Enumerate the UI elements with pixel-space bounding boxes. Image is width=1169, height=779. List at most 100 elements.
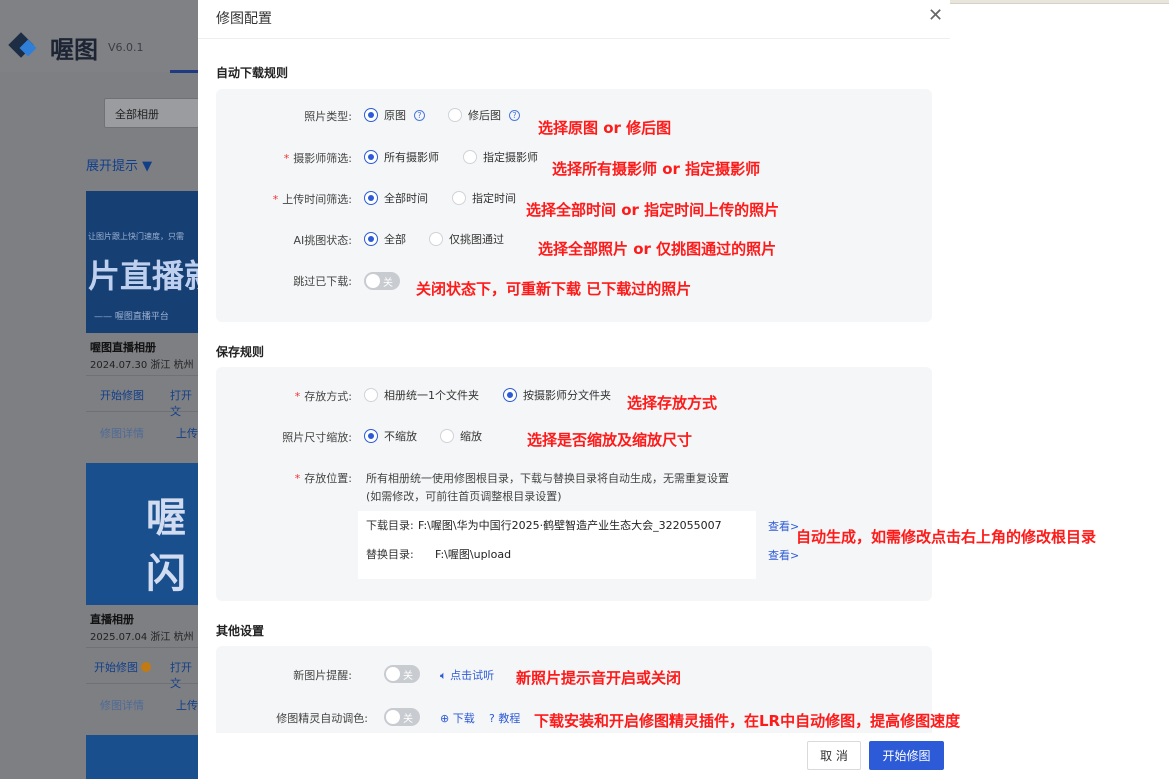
- background-app: 喔图 V6.0.1 全部相册 展开提示 ▼ 让图片跟上快门速度，只需 片直播就 …: [0, 0, 200, 779]
- location-desc: 所有相册统一使用修图根目录，下载与替换目录将自动生成，无需重复设置: [366, 472, 729, 485]
- start-retouch-button[interactable]: 开始修图: [869, 741, 944, 770]
- card-divider: [86, 647, 200, 648]
- resize-scale-radio[interactable]: 缩放: [440, 428, 482, 444]
- upload-time-specific-radio[interactable]: 指定时间: [452, 190, 516, 206]
- cancel-button[interactable]: 取 消: [807, 741, 861, 770]
- upload-link-2[interactable]: 上传: [176, 697, 198, 713]
- annotation-auto-color: 下载安装和开启修图精灵插件，在LR中自动修图，提高修图速度: [534, 712, 961, 730]
- radio-unchecked-icon: [364, 388, 378, 402]
- radio-unchecked-icon: [440, 429, 454, 443]
- view-download-dir-link[interactable]: 查看>: [768, 518, 799, 534]
- radio-label: 指定时间: [472, 192, 516, 205]
- section-other-settings: 其他设置: [216, 624, 265, 638]
- tutorial-label: 教程: [498, 712, 521, 725]
- annotation-ai-pick: 选择全部照片 or 仅挑图通过的照片: [538, 240, 777, 258]
- auto-download-panel: 照片类型: 原图? 修后图? 选择原图 or 修后图 * 摄影师筛选: 所有摄影师…: [216, 89, 932, 322]
- album-date-1: 2024.07.30 浙江 杭州: [90, 360, 194, 371]
- radio-checked-icon: [364, 150, 378, 164]
- active-tab-indicator: [170, 70, 200, 73]
- radio-label: 不缩放: [384, 430, 417, 443]
- app-logo: 喔图 V6.0.1: [6, 30, 144, 65]
- expand-tip-link[interactable]: 展开提示 ▼: [86, 155, 152, 174]
- download-label: 下载: [452, 712, 475, 725]
- close-icon[interactable]: ✕: [928, 7, 943, 25]
- photographer-filter-text: 摄影师筛选:: [293, 152, 352, 165]
- photo-type-original-radio[interactable]: 原图?: [364, 107, 425, 123]
- ai-pick-passed-radio[interactable]: 仅挑图通过: [429, 231, 504, 247]
- view-replace-dir-link[interactable]: 查看>: [768, 547, 799, 563]
- annotation-photographer: 选择所有摄影师 or 指定摄影师: [552, 160, 761, 178]
- toggle-off-label: 关: [403, 671, 413, 682]
- help-icon[interactable]: ?: [509, 109, 520, 121]
- badge-dot-icon: [141, 662, 151, 672]
- card-divider: [86, 411, 200, 412]
- location-text: 存放位置:: [304, 472, 352, 485]
- cover-headline: 片直播就: [88, 257, 200, 295]
- help-circle-icon: ?: [489, 712, 495, 725]
- listen-link[interactable]: 🔈︎ 点击试听: [440, 667, 494, 683]
- start-retouch-link-1[interactable]: 开始修图: [100, 387, 144, 403]
- section-auto-download: 自动下载规则: [216, 66, 289, 80]
- plugin-download-link[interactable]: ⊕ 下载: [440, 710, 475, 726]
- new-photo-alert-label: 新图片提醒:: [293, 669, 352, 682]
- radio-label: 所有摄影师: [384, 151, 439, 164]
- toggle-off-label: 关: [383, 278, 393, 289]
- radio-label: 修后图: [468, 109, 501, 122]
- skip-downloaded-toggle[interactable]: 关: [364, 272, 400, 290]
- retouch-details-link-1[interactable]: 修图详情: [100, 425, 144, 441]
- photographer-specific-radio[interactable]: 指定摄影师: [463, 149, 538, 165]
- radio-checked-icon: [364, 429, 378, 443]
- annotation-new-photo-alert: 新照片提示音开启或关闭: [516, 669, 682, 687]
- radio-label: 指定摄影师: [483, 151, 538, 164]
- radio-label: 缩放: [460, 430, 482, 443]
- toggle-off-label: 关: [403, 714, 413, 725]
- radio-label: 全部时间: [384, 192, 428, 205]
- auto-color-label: 修图精灵自动调色:: [276, 712, 368, 725]
- other-settings-panel: 新图片提醒: 关 🔈︎ 点击试听 新照片提示音开启或关闭 修图精灵自动调色: 关…: [216, 646, 960, 733]
- annotation-resize: 选择是否缩放及缩放尺寸: [527, 431, 693, 449]
- resize-none-radio[interactable]: 不缩放: [364, 428, 417, 444]
- ai-pick-all-radio[interactable]: 全部: [364, 231, 406, 247]
- album-cover-2[interactable]: 喔 闪: [86, 463, 200, 605]
- help-icon[interactable]: ?: [414, 109, 425, 121]
- photo-type-edited-radio[interactable]: 修后图?: [448, 107, 520, 123]
- card-divider: [86, 375, 200, 376]
- new-photo-alert-toggle[interactable]: 关: [384, 665, 420, 683]
- cover-tagline: 让图片跟上快门速度，只需: [88, 232, 184, 241]
- album-cover-3[interactable]: [86, 735, 200, 779]
- radio-unchecked-icon: [463, 150, 477, 164]
- replace-dir-label: 替换目录:: [366, 548, 414, 561]
- radio-checked-icon: [364, 108, 378, 122]
- download-icon: ⊕: [440, 712, 450, 725]
- album-cover-1[interactable]: 让图片跟上快门速度，只需 片直播就 —— 喔图直播平台: [86, 191, 200, 333]
- storage-by-photographer-radio[interactable]: 按摄影师分文件夹: [503, 387, 611, 403]
- location-hint: (如需修改，可前往首页调整根目录设置): [366, 490, 562, 503]
- radio-label: 按摄影师分文件夹: [523, 389, 611, 402]
- storage-single-folder-radio[interactable]: 相册统一1个文件夹: [364, 387, 479, 403]
- photographer-all-radio[interactable]: 所有摄影师: [364, 149, 439, 165]
- start-retouch-link-2[interactable]: 开始修图: [94, 659, 151, 675]
- upload-time-label: * 上传时间筛选:: [272, 193, 352, 206]
- window-edge: [950, 0, 1169, 4]
- retouch-details-link-2[interactable]: 修图详情: [100, 697, 144, 713]
- upload-link-1[interactable]: 上传: [176, 425, 198, 441]
- storage-mode-text: 存放方式:: [304, 390, 352, 403]
- cover-subline: —— 喔图直播平台: [94, 312, 169, 322]
- ai-pick-label: AI挑图状态:: [293, 234, 352, 247]
- photographer-filter-label: * 摄影师筛选:: [283, 152, 352, 165]
- storage-mode-label: * 存放方式:: [294, 390, 352, 403]
- album-filter-select[interactable]: 全部相册: [104, 98, 200, 128]
- radio-unchecked-icon: [429, 232, 443, 246]
- upload-time-all-radio[interactable]: 全部时间: [364, 190, 428, 206]
- open-folder-link-2[interactable]: 打开文: [170, 659, 200, 691]
- album-title-1: 喔图直播相册: [90, 341, 156, 354]
- open-folder-link-1[interactable]: 打开文: [170, 387, 200, 419]
- radio-checked-icon: [364, 232, 378, 246]
- radio-label: 全部: [384, 233, 406, 246]
- replace-dir-path: F:\喔图\upload: [435, 548, 512, 561]
- auto-color-toggle[interactable]: 关: [384, 708, 420, 726]
- tutorial-link[interactable]: ? 教程: [489, 710, 520, 726]
- dialog-title: 修图配置: [216, 11, 272, 27]
- radio-label: 原图: [384, 109, 406, 122]
- album-title-2: 直播相册: [90, 613, 134, 626]
